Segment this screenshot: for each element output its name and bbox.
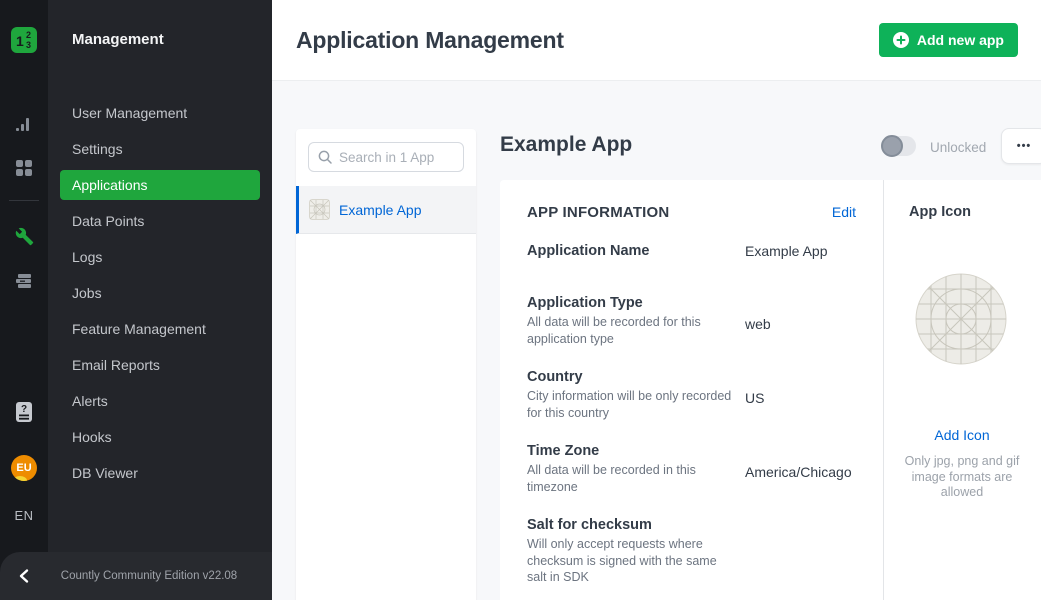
sidebar-item-alerts[interactable]: Alerts [60, 383, 260, 419]
row-value: Example App [745, 241, 856, 261]
countly-logo-icon[interactable]: 1 2 3 [11, 27, 37, 53]
svg-text:1: 1 [16, 33, 24, 49]
sidebar-item-db-viewer[interactable]: DB Viewer [60, 455, 260, 491]
svg-text:2: 2 [26, 30, 31, 40]
sidebar-item-email-reports[interactable]: Email Reports [60, 347, 260, 383]
edit-link[interactable]: Edit [832, 204, 856, 220]
sidebar-item-settings[interactable]: Settings [60, 131, 260, 167]
app-placeholder-icon [309, 199, 330, 220]
row-value: US [745, 367, 856, 421]
row-description: City information will be only recorded f… [527, 388, 732, 421]
search-icon [317, 149, 333, 165]
app-detail-title: Example App [500, 133, 632, 157]
info-row-country: Country City information will be only re… [527, 367, 856, 421]
help-guide-icon[interactable]: ? [0, 401, 48, 423]
info-row-application-name: Application Name Example App [527, 241, 856, 261]
version-label: Countly Community Edition v22.08 [48, 570, 272, 582]
lock-toggle[interactable] [882, 136, 916, 156]
add-icon-link[interactable]: Add Icon [884, 427, 1040, 443]
row-label: Time Zone [527, 441, 745, 461]
app-list-panel: Example App [296, 129, 476, 600]
row-label: Salt for checksum [527, 515, 745, 535]
row-value [745, 515, 856, 586]
page-header: Application Management Add new app [272, 0, 1041, 81]
management-sidebar: Management User Management Settings Appl… [48, 0, 272, 600]
sidebar-item-jobs[interactable]: Jobs [60, 275, 260, 311]
analytics-icon[interactable] [0, 115, 48, 133]
info-row-time-zone: Time Zone All data will be recorded in t… [527, 441, 856, 495]
add-new-app-button[interactable]: Add new app [879, 23, 1018, 57]
app-icon-card: App Icon [884, 180, 1041, 600]
row-label: Country [527, 367, 745, 387]
sidebar-footer: Countly Community Edition v22.08 [0, 552, 272, 600]
countly-app-window: 1 2 3 [0, 0, 1041, 600]
collapse-sidebar-button[interactable] [0, 568, 48, 584]
user-avatar[interactable]: EU [11, 455, 37, 481]
apps-grid-icon[interactable] [0, 159, 48, 177]
page-title: Application Management [296, 27, 564, 54]
content-area: Example App Example App Unlocked ••• APP… [272, 81, 1041, 600]
main-area: Application Management Add new app [272, 0, 1041, 600]
sidebar-menu: User Management Settings Applications Da… [48, 95, 272, 491]
app-detail-cards: APP INFORMATION Edit Application Name Ex… [500, 180, 1041, 600]
sidebar-item-logs[interactable]: Logs [60, 239, 260, 275]
sidebar-item-hooks[interactable]: Hooks [60, 419, 260, 455]
app-search [308, 142, 464, 172]
row-label: Application Type [527, 293, 745, 313]
lock-state-label: Unlocked [930, 140, 986, 155]
row-value: web [745, 293, 856, 347]
app-information-card: APP INFORMATION Edit Application Name Ex… [500, 180, 884, 600]
sidebar-item-user-management[interactable]: User Management [60, 95, 260, 131]
row-description: Will only accept requests where checksum… [527, 536, 732, 586]
sidebar-item-feature-management[interactable]: Feature Management [60, 311, 260, 347]
language-selector[interactable]: EN [0, 508, 48, 523]
svg-text:3: 3 [26, 40, 31, 50]
ellipsis-icon: ••• [1017, 140, 1032, 152]
info-row-salt-for-checksum: Salt for checksum Will only accept reque… [527, 515, 856, 586]
app-icon-placeholder [914, 272, 1008, 366]
sidebar-title: Management [72, 31, 164, 48]
icon-format-note: Only jpg, png and gif image formats are … [892, 454, 1032, 501]
row-description: All data will be recorded for this appli… [527, 314, 732, 347]
info-row-application-type: Application Type All data will be record… [527, 293, 856, 347]
row-value: America/Chicago [745, 441, 856, 495]
row-label: Application Name [527, 241, 745, 261]
app-information-heading: APP INFORMATION [527, 204, 669, 221]
sidebar-item-data-points[interactable]: Data Points [60, 203, 260, 239]
server-stack-icon[interactable] [0, 272, 48, 290]
management-wrench-icon[interactable] [0, 227, 48, 246]
rail-divider [9, 200, 39, 201]
sidebar-item-applications[interactable]: Applications [60, 170, 260, 200]
toggle-knob [881, 135, 903, 157]
avatar-initials: EU [16, 462, 31, 474]
svg-text:?: ? [21, 404, 27, 415]
app-icon-heading: App Icon [909, 204, 971, 220]
icon-rail: 1 2 3 [0, 0, 48, 600]
plus-circle-icon [893, 32, 909, 48]
row-description: All data will be recorded in this timezo… [527, 462, 732, 495]
app-list-item-example-app[interactable]: Example App [296, 186, 476, 234]
app-item-label: Example App [339, 202, 422, 218]
more-options-button[interactable]: ••• [1001, 128, 1041, 164]
